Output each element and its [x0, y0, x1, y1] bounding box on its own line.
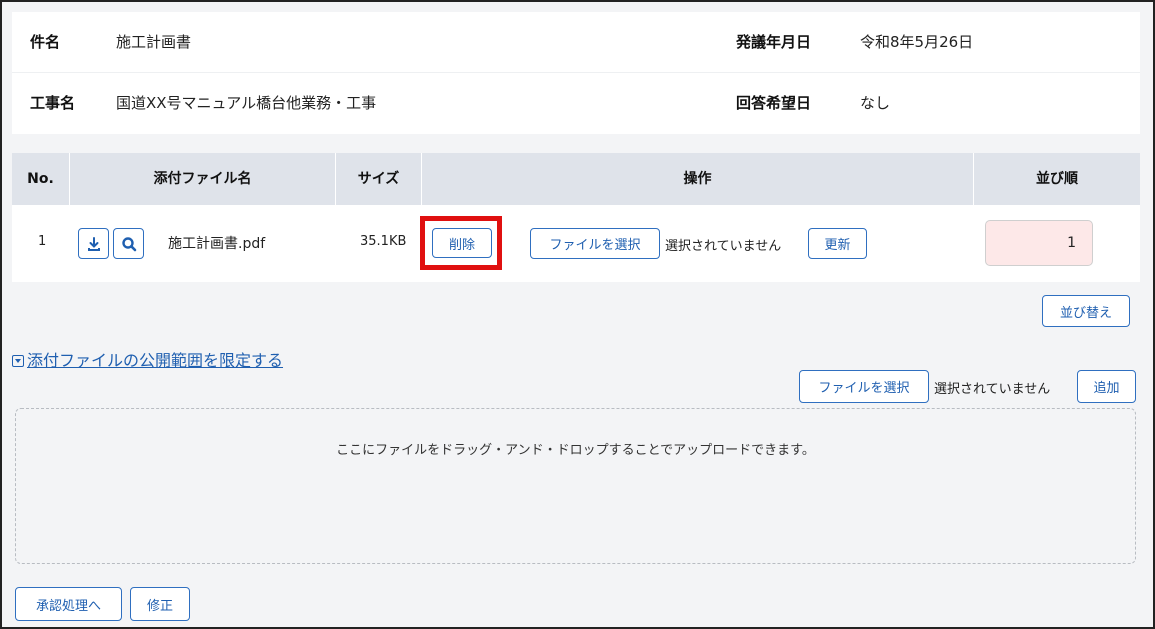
col-header-file-name: 添付ファイル名	[70, 153, 336, 205]
delete-button[interactable]: 削除	[432, 228, 492, 258]
order-date-label: 発議年月日	[736, 33, 812, 51]
col-header-order: 並び順	[1036, 171, 1078, 187]
file-size: 35.1KB	[360, 234, 407, 249]
reply-label: 回答希望日	[736, 94, 812, 112]
add-button[interactable]: 追加	[1077, 370, 1136, 403]
preview-button[interactable]	[113, 228, 144, 259]
limit-scope-link[interactable]: 添付ファイルの公開範囲を限定する	[12, 347, 283, 371]
reply-value: なし	[860, 94, 891, 112]
no-file-selected-text: 選択されていません	[665, 239, 782, 254]
attachment-table-header: No. 添付ファイル名 サイズ 操作 並び順	[12, 153, 1140, 205]
col-header-size: サイズ	[336, 153, 422, 205]
subject-label: 件名	[30, 33, 61, 51]
col-header-no: No.	[12, 153, 70, 205]
info-row-project: 工事名 国道XX号マニュアル橋台他業務・工事 回答希望日 なし	[12, 73, 1140, 134]
order-date-value: 令和8年5月26日	[860, 33, 974, 51]
row-number: 1	[38, 234, 47, 249]
limit-scope-link-label: 添付ファイルの公開範囲を限定する	[27, 351, 284, 370]
file-name[interactable]: 施工計画書.pdf	[168, 233, 265, 253]
approve-button[interactable]: 承認処理へ	[15, 587, 122, 621]
file-drop-zone[interactable]: ここにファイルをドラッグ・アンド・ドロップすることでアップロードできます。	[15, 408, 1136, 564]
magnifier-icon	[122, 237, 137, 252]
drop-zone-text: ここにファイルをドラッグ・アンド・ドロップすることでアップロードできます。	[336, 443, 815, 458]
upload-no-file-text: 選択されていません	[934, 382, 1051, 397]
sort-order-input[interactable]: 1	[985, 220, 1093, 266]
download-icon	[88, 237, 100, 251]
project-label: 工事名	[30, 94, 76, 112]
upload-choose-file-button[interactable]: ファイルを選択	[799, 370, 929, 403]
info-row-subject: 件名 施工計画書 発議年月日 令和8年5月26日	[12, 12, 1140, 73]
choose-file-button[interactable]: ファイルを選択	[530, 228, 660, 259]
attachment-table: No. 添付ファイル名 サイズ 操作 並び順 1 施工計画書.pdf 35.1K…	[12, 153, 1140, 282]
table-row: 1 施工計画書.pdf 35.1KB 削除 ファイルを選択 選択されていません …	[12, 205, 1140, 282]
subject-value: 施工計画書	[116, 33, 192, 51]
col-header-operation: 操作	[422, 153, 974, 205]
info-table: 件名 施工計画書 発議年月日 令和8年5月26日 工事名 国道XX号マニュアル橋…	[12, 12, 1140, 134]
edit-button[interactable]: 修正	[130, 587, 190, 621]
project-value: 国道XX号マニュアル橋台他業務・工事	[116, 94, 377, 112]
toggle-box-icon	[12, 355, 24, 367]
sort-button[interactable]: 並び替え	[1042, 295, 1130, 327]
page-frame: 件名 施工計画書 発議年月日 令和8年5月26日 工事名 国道XX号マニュアル橋…	[0, 0, 1155, 629]
update-button[interactable]: 更新	[808, 228, 867, 259]
download-button[interactable]	[78, 228, 109, 259]
